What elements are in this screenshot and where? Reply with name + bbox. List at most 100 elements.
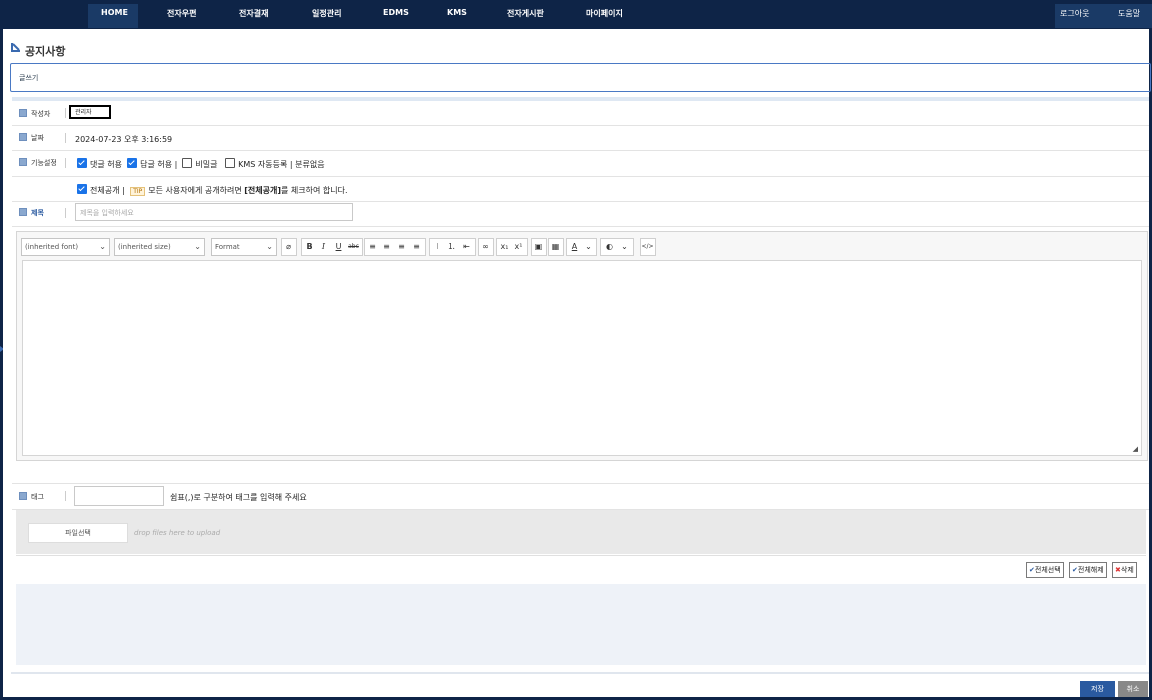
- public-row: 전체공개 | TIP 모든 사용자에게 공개하려면 [전체공개]를 체크하여 합니…: [12, 177, 1149, 202]
- chevron-down-icon: ⌄: [194, 242, 201, 251]
- bullet-icon: [19, 109, 27, 117]
- numbered-list-icon[interactable]: ⒈: [445, 239, 458, 255]
- main-content: 공지사항 글쓰기 작성자 관리자 날짜 2024-07-23 오후 3:16:5…: [3, 29, 1151, 697]
- align-right-icon[interactable]: ≡: [395, 239, 408, 255]
- font-family-dropdown[interactable]: (inherited font) ⌄: [21, 238, 110, 256]
- write-tab-box: 글쓰기: [10, 63, 1151, 92]
- file-list: [16, 584, 1146, 665]
- source-code-icon[interactable]: </>: [641, 239, 654, 255]
- date-value: 2024-07-23 오후 3:16:59: [75, 135, 173, 144]
- resize-handle-icon[interactable]: ◢: [1133, 445, 1138, 453]
- tip-badge: TIP: [130, 187, 146, 196]
- nav-mypage[interactable]: 마이페이지: [586, 8, 623, 19]
- tip-text-bold: [전체공개]: [244, 186, 282, 195]
- write-tab[interactable]: 글쓰기: [19, 73, 38, 83]
- bullet-icon: [19, 158, 27, 166]
- file-actions-bar: ✔전체선택 ✔전체해제 ✖삭제: [16, 555, 1146, 585]
- editor-content-area[interactable]: ◢: [22, 260, 1142, 456]
- format-dropdown[interactable]: Format ⌄: [211, 238, 277, 256]
- nav-email[interactable]: 전자우편: [167, 8, 196, 19]
- bullet-icon: [19, 208, 27, 216]
- nav-approval[interactable]: 전자결재: [239, 8, 268, 19]
- secret-checkbox[interactable]: [182, 158, 193, 168]
- align-left-icon[interactable]: ≡: [366, 239, 379, 255]
- divider: [65, 133, 66, 143]
- cancel-button[interactable]: 취소: [1118, 681, 1148, 697]
- settings-row: 기능설정 댓글 허용 답글 허용 | 비밀글 KMS 자동등록 | 분류없음: [12, 151, 1149, 177]
- comment-label: 댓글 허용: [90, 160, 122, 169]
- clear-format-icon[interactable]: ⌀: [282, 239, 295, 255]
- divider: [65, 108, 66, 118]
- nav-home[interactable]: HOME: [101, 8, 128, 17]
- divider: [65, 158, 66, 168]
- divider: [65, 208, 66, 218]
- author-row: 작성자 관리자: [12, 101, 1149, 126]
- subject-row: 제목 제목을 입력하세요: [12, 202, 1149, 227]
- tag-label: 태그: [19, 492, 44, 502]
- page-title: 공지사항: [25, 45, 66, 58]
- subscript-icon[interactable]: x₁: [498, 239, 511, 255]
- logout-link[interactable]: 로그아웃: [1060, 8, 1089, 19]
- table-icon[interactable]: ▦: [549, 239, 562, 255]
- kms-label: KMS 자동등록: [238, 160, 288, 169]
- tip-text-end: 를 체크하여 합니다.: [281, 186, 348, 195]
- upload-drop-zone[interactable]: 파일선택 drop files here to upload: [16, 510, 1146, 554]
- chevron-down-icon: ⌄: [266, 242, 273, 251]
- bullet-icon: [19, 133, 27, 141]
- bold-icon[interactable]: B: [303, 239, 316, 255]
- nav-kms[interactable]: KMS: [447, 8, 467, 17]
- rich-text-editor: (inherited font) ⌄ (inherited size) ⌄ Form…: [16, 231, 1148, 461]
- text-color-icon[interactable]: A: [568, 239, 581, 255]
- subject-input[interactable]: 제목을 입력하세요: [75, 203, 353, 221]
- align-center-icon[interactable]: ≡: [380, 239, 393, 255]
- nav-schedule[interactable]: 일정관리: [312, 8, 341, 19]
- kms-checkbox[interactable]: [225, 158, 236, 168]
- select-all-button[interactable]: ✔전체선택: [1026, 562, 1064, 578]
- title-arrow-icon: [11, 43, 20, 52]
- italic-icon[interactable]: I: [317, 239, 330, 255]
- delete-files-button[interactable]: ✖삭제: [1112, 562, 1137, 578]
- comment-checkbox[interactable]: [77, 158, 87, 168]
- help-link[interactable]: 도움말: [1118, 8, 1140, 19]
- kms-category: 분류없음: [295, 160, 325, 169]
- background-color-icon[interactable]: ◐: [603, 239, 616, 255]
- save-button[interactable]: 저장: [1080, 681, 1115, 697]
- link-icon[interactable]: ∞: [479, 239, 492, 255]
- public-checkbox[interactable]: [77, 184, 87, 194]
- bullet-list-icon[interactable]: ⁝: [431, 239, 444, 255]
- author-value-box: 관리자: [69, 105, 111, 119]
- strikethrough-icon[interactable]: abc: [347, 239, 360, 255]
- reply-label: 답글 허용: [140, 160, 173, 169]
- drop-hint: drop files here to upload: [134, 529, 221, 537]
- subject-placeholder: 제목을 입력하세요: [80, 209, 134, 217]
- settings-label: 기능설정: [19, 158, 57, 168]
- deselect-all-button[interactable]: ✔전체해제: [1069, 562, 1107, 578]
- settings-options: 댓글 허용 답글 허용 | 비밀글 KMS 자동등록 | 분류없음: [77, 158, 325, 170]
- chevron-down-icon[interactable]: ⌄: [582, 239, 595, 255]
- secret-label: 비밀글: [195, 160, 218, 169]
- underline-icon[interactable]: U: [332, 239, 345, 255]
- chevron-down-icon[interactable]: ⌄: [618, 239, 631, 255]
- tag-row: 태그 쉼표(,)로 구분하여 태그를 입력해 주세요: [12, 483, 1149, 510]
- file-select-button[interactable]: 파일선택: [28, 523, 128, 543]
- author-value: 관리자: [75, 109, 92, 116]
- font-size-dropdown[interactable]: (inherited size) ⌄: [114, 238, 205, 256]
- chevron-down-icon: ⌄: [99, 242, 106, 251]
- reply-checkbox[interactable]: [127, 158, 138, 168]
- subject-label: 제목: [19, 208, 44, 218]
- tag-hint: 쉼표(,)로 구분하여 태그를 입력해 주세요: [170, 493, 307, 502]
- superscript-icon[interactable]: x¹: [512, 239, 525, 255]
- divider: [65, 491, 66, 501]
- bullet-icon: [19, 492, 27, 500]
- public-label: 전체공개: [90, 186, 120, 195]
- outdent-icon[interactable]: ⇤: [460, 239, 473, 255]
- align-justify-icon[interactable]: ≡: [410, 239, 423, 255]
- public-options: 전체공개 | TIP 모든 사용자에게 공개하려면 [전체공개]를 체크하여 합니…: [77, 184, 348, 196]
- date-row: 날짜 2024-07-23 오후 3:16:59: [12, 126, 1149, 151]
- nav-edms[interactable]: EDMS: [383, 8, 409, 17]
- top-navigation: HOME 전자우편 전자결재 일정관리 EDMS KMS 전자게시판 마이페이지…: [0, 0, 1152, 28]
- tag-input[interactable]: [74, 486, 164, 506]
- nav-board[interactable]: 전자게시판: [507, 8, 544, 19]
- author-label: 작성자: [19, 109, 50, 119]
- image-icon[interactable]: ▣: [532, 239, 545, 255]
